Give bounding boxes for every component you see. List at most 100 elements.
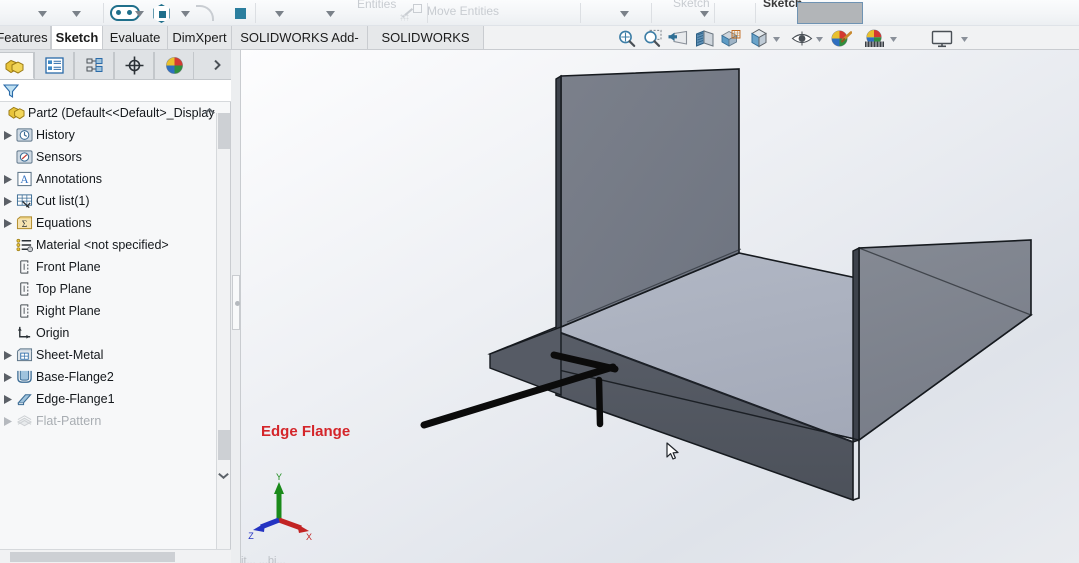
- tree-filter-bar[interactable]: [0, 80, 231, 102]
- zoom-to-area-icon[interactable]: [643, 29, 663, 48]
- edgeflange-icon: [17, 394, 32, 406]
- edge-flange-annotation: Edge Flange: [261, 423, 351, 440]
- filter-funnel-icon: [3, 84, 19, 99]
- sketch-fillet-icon: [196, 5, 214, 21]
- splitter-dot-icon: [235, 301, 240, 306]
- property-list-icon: [45, 57, 64, 74]
- tree-label-right-plane: Right Plane: [36, 304, 101, 318]
- annotations-icon: A: [17, 171, 32, 187]
- tree-row-material[interactable]: Material <not specified>: [0, 234, 216, 256]
- zoom-to-fit-icon[interactable]: [617, 29, 637, 48]
- tree-filter-input[interactable]: [22, 82, 227, 99]
- chevron-down-icon[interactable]: [961, 37, 968, 42]
- expand-arrow-icon[interactable]: [4, 175, 12, 184]
- feature-manager-panel: Part2 (Default<<Default>_Display Sta His…: [0, 50, 231, 563]
- tree-row-history[interactable]: History: [0, 124, 216, 146]
- design-tree: Part2 (Default<<Default>_Display Sta His…: [0, 102, 216, 512]
- rectangle-icon[interactable]: [235, 8, 246, 19]
- section-view-icon[interactable]: [695, 30, 715, 47]
- tree-scroll-up-chevron-icon[interactable]: [204, 107, 215, 116]
- tree-row-cut-list[interactable]: Cut list(1): [0, 190, 216, 212]
- expand-panel-chevron-icon[interactable]: [213, 59, 222, 71]
- chevron-down-icon[interactable]: [816, 37, 823, 42]
- straight-slot-icon[interactable]: [110, 5, 140, 21]
- panel-splitter[interactable]: [231, 50, 241, 563]
- edge-flange-pointer-arrow: [420, 351, 619, 429]
- feature-manager-tab[interactable]: [0, 52, 34, 79]
- tree-row-origin[interactable]: Origin: [0, 322, 216, 344]
- configuration-icon: [86, 58, 103, 72]
- splitter-collapse-handle[interactable]: [232, 275, 240, 330]
- chevron-down-icon[interactable]: [326, 11, 335, 17]
- polygon-icon[interactable]: [153, 4, 170, 23]
- chevron-down-icon[interactable]: [620, 11, 629, 17]
- tree-row-right-plane[interactable]: Right Plane: [0, 300, 216, 322]
- tree-row-annotations[interactable]: A Annotations: [0, 168, 216, 190]
- previous-view-icon[interactable]: [668, 30, 689, 47]
- tree-label-origin: Origin: [36, 326, 70, 340]
- edit-appearance-icon[interactable]: [831, 29, 852, 48]
- tree-label-cut-list: Cut list(1): [36, 194, 90, 208]
- display-manager-tab[interactable]: [154, 52, 194, 79]
- origin-icon: [17, 326, 31, 339]
- expand-arrow-icon[interactable]: [4, 219, 12, 228]
- tree-row-equations[interactable]: Σ Equations: [0, 212, 216, 234]
- display-manager-sphere-icon: [166, 57, 183, 74]
- tree-scroll-thumb-secondary[interactable]: [218, 430, 230, 460]
- tree-label-edge-flange: Edge-Flange1: [36, 392, 115, 406]
- material-icon: [16, 238, 33, 253]
- tree-label-base-flange: Base-Flange2: [36, 370, 114, 384]
- mouse-cursor: [666, 442, 679, 460]
- expand-arrow-icon[interactable]: [4, 197, 12, 206]
- chevron-down-icon[interactable]: [181, 11, 190, 17]
- display-style-icon[interactable]: [749, 28, 769, 49]
- tree-scroll-thumb[interactable]: [218, 113, 230, 149]
- expand-arrow-icon[interactable]: [4, 373, 12, 382]
- tree-label-sensors: Sensors: [36, 150, 82, 164]
- chevron-down-icon[interactable]: [275, 11, 284, 17]
- tree-vertical-scrollbar[interactable]: [216, 113, 230, 549]
- expand-arrow-icon[interactable]: [4, 351, 12, 360]
- hide-show-items-icon[interactable]: [791, 31, 813, 46]
- equations-icon: Σ: [16, 216, 33, 230]
- dimxpert-target-icon: [125, 56, 144, 75]
- tree-row-flat-pattern[interactable]: Flat-Pattern: [0, 410, 216, 432]
- tree-row-edge-flange[interactable]: Edge-Flange1: [0, 388, 216, 410]
- tree-hscroll-thumb[interactable]: [10, 552, 175, 562]
- selected-command-box[interactable]: [797, 2, 863, 24]
- tree-row-top-plane[interactable]: Top Plane: [0, 278, 216, 300]
- expand-arrow-icon[interactable]: [4, 131, 12, 140]
- expand-arrow-icon[interactable]: [4, 395, 12, 404]
- configuration-manager-tab[interactable]: [74, 52, 114, 79]
- sheetmetal-icon: [16, 348, 33, 362]
- tree-label-top-plane: Top Plane: [36, 282, 92, 296]
- viewport-icon[interactable]: [931, 30, 953, 48]
- dimxpert-manager-tab[interactable]: [114, 52, 154, 79]
- graphics-area[interactable]: Edge Flange Y X Z it... ...bi...: [241, 50, 1079, 563]
- tree-horizontal-scrollbar[interactable]: [0, 549, 231, 563]
- expand-arrow-icon[interactable]: [4, 417, 12, 426]
- tree-row-base-flange[interactable]: Base-Flange2: [0, 366, 216, 388]
- tree-row-sensors[interactable]: Sensors: [0, 146, 216, 168]
- plane-icon: [20, 304, 29, 318]
- svg-text:Y: Y: [276, 472, 282, 482]
- apply-scene-icon[interactable]: [864, 29, 885, 48]
- chevron-down-icon[interactable]: [219, 473, 229, 480]
- view-orientation-icon[interactable]: [720, 29, 741, 48]
- property-manager-tab[interactable]: [34, 52, 74, 79]
- tree-label-material: Material <not specified>: [36, 238, 169, 252]
- tree-row-part-root[interactable]: Part2 (Default<<Default>_Display Sta: [0, 102, 216, 124]
- tree-row-sheet-metal[interactable]: Sheet-Metal: [0, 344, 216, 366]
- flatpattern-icon: [16, 415, 33, 427]
- sketch-group-label-1: Sketch: [673, 0, 710, 10]
- tree-row-front-plane[interactable]: Front Plane: [0, 256, 216, 278]
- history-icon: [16, 128, 33, 142]
- chevron-down-icon[interactable]: [72, 11, 81, 17]
- plane-icon: [20, 260, 29, 274]
- chevron-down-icon[interactable]: [890, 37, 897, 42]
- chevron-down-icon[interactable]: [700, 11, 709, 17]
- chevron-down-icon[interactable]: [38, 11, 47, 17]
- chevron-down-icon[interactable]: [773, 37, 780, 42]
- tree-label-history: History: [36, 128, 75, 142]
- move-entities-icon[interactable]: [400, 3, 422, 21]
